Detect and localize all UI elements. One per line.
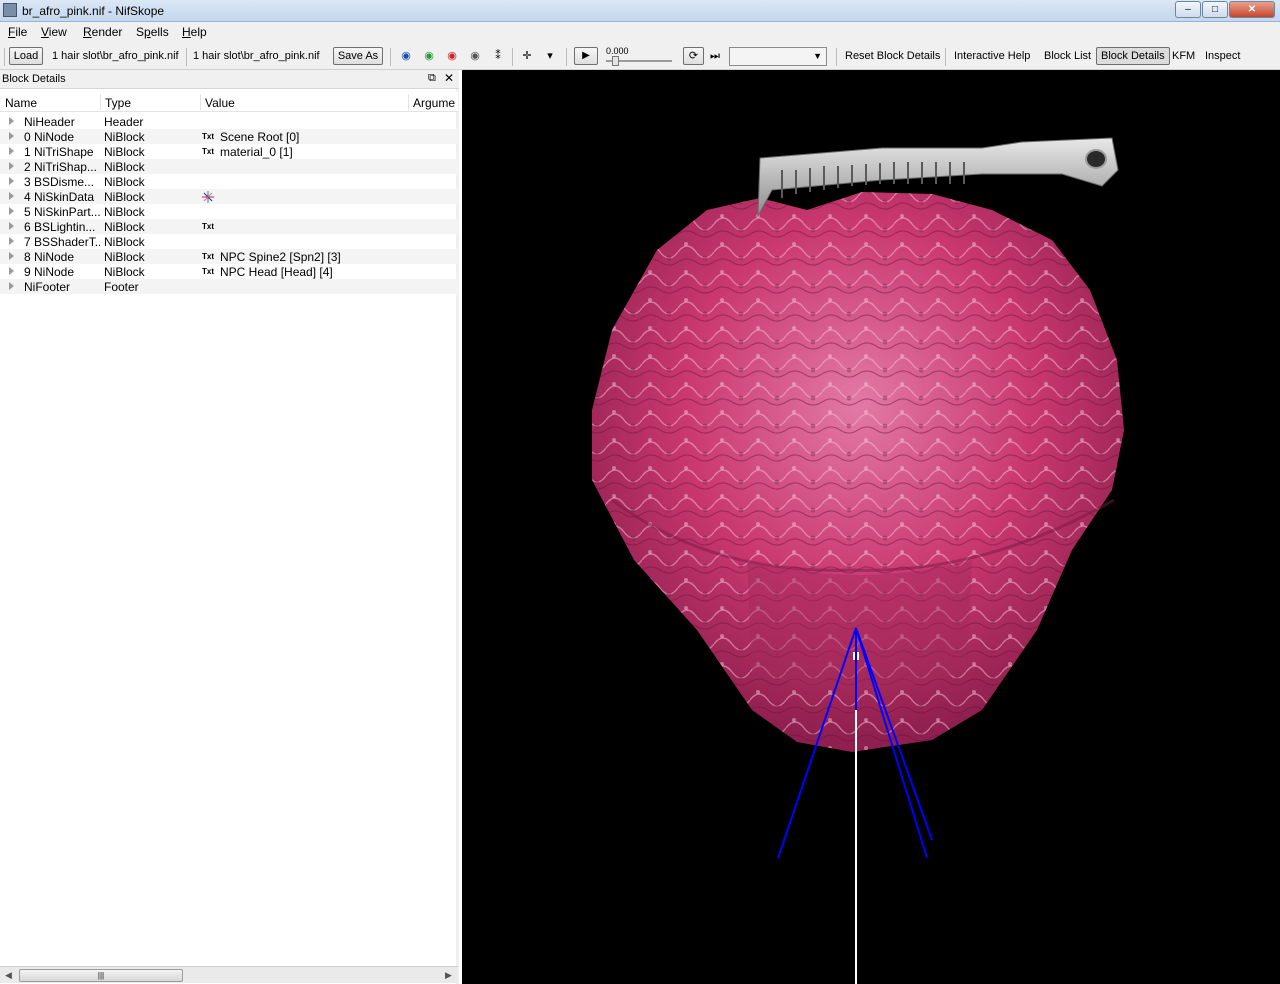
window-title: br_afro_pink.nif - NifSkope — [22, 4, 165, 18]
inspect-toggle[interactable]: Inspect — [1205, 50, 1240, 62]
txt-icon: Txt — [202, 267, 214, 276]
toolbar: Load 1 hair slot\br_afro_pink.nif 1 hair… — [0, 42, 1280, 70]
kfm-toggle[interactable]: KFM — [1172, 50, 1195, 62]
column-header: Name Type Value Argume — [0, 92, 458, 112]
tree-row-4[interactable]: 4 NiSkinData NiBlock — [0, 189, 458, 204]
render-viewport[interactable] — [462, 70, 1280, 984]
tree-row-2[interactable]: 2 NiTriShap... NiBlock — [0, 159, 458, 174]
menu-render[interactable]: Render — [83, 25, 122, 39]
minimize-button[interactable]: – — [1175, 1, 1201, 18]
panel-header: Block Details ⧉ ✕ — [0, 70, 459, 89]
play-button[interactable]: ▶ — [574, 47, 598, 65]
tree-row-8[interactable]: 8 NiNode NiBlock Txt NPC Spine2 [Spn2] [3] — [0, 249, 458, 264]
block-list-toggle[interactable]: Block List — [1044, 50, 1091, 62]
save-path-field[interactable]: 1 hair slot\br_afro_pink.nif — [193, 48, 325, 65]
interactive-help-button[interactable]: Interactive Help — [954, 50, 1030, 62]
loop-button[interactable]: ⟳ — [683, 47, 704, 65]
eye-red-icon[interactable]: ◉ — [444, 50, 460, 62]
col-name[interactable]: Name — [5, 96, 37, 110]
load-button[interactable]: Load — [9, 47, 43, 65]
save-as-button[interactable]: Save As — [333, 47, 383, 65]
afro-hair-mesh — [592, 192, 1124, 752]
tree-row-1[interactable]: 1 NiTriShape NiBlock Txt material_0 [1] — [0, 144, 458, 159]
tree-row-nifooter[interactable]: NiFooter Footer — [0, 279, 458, 294]
block-details-toggle[interactable]: Block Details — [1096, 47, 1170, 65]
eye-blue-icon[interactable]: ◉ — [398, 50, 414, 62]
title-bar: br_afro_pink.nif - NifSkope – □ ✕ — [0, 0, 1280, 22]
chevron-down-icon: ▼ — [813, 51, 822, 61]
menu-help[interactable]: Help — [182, 25, 207, 39]
expand-arrow-icon[interactable] — [9, 252, 14, 260]
load-path-field[interactable]: 1 hair slot\br_afro_pink.nif — [52, 48, 184, 65]
float-icon[interactable]: ⧉ — [428, 72, 436, 85]
expand-arrow-icon[interactable] — [9, 282, 14, 290]
footprints-icon[interactable]: ⁑ — [490, 50, 506, 62]
expand-arrow-icon[interactable] — [9, 177, 14, 185]
expand-arrow-icon[interactable] — [9, 222, 14, 230]
block-details-panel: Block Details ⧉ ✕ Name Type Value Argume… — [0, 70, 459, 984]
close-button[interactable]: ✕ — [1229, 1, 1275, 18]
expand-arrow-icon[interactable] — [9, 237, 14, 245]
txt-icon: Txt — [202, 222, 214, 231]
tree-row-0[interactable]: 0 NiNode NiBlock Txt Scene Root [0] — [0, 129, 458, 144]
expand-arrow-icon[interactable] — [9, 117, 14, 125]
maximize-button[interactable]: □ — [1202, 1, 1228, 18]
skin-data-axes-icon — [202, 191, 214, 203]
block-tree: NiHeader Header 0 NiNode NiBlock Txt Scene R… — [0, 114, 458, 294]
col-value[interactable]: Value — [205, 96, 235, 110]
expand-arrow-icon[interactable] — [9, 267, 14, 275]
tree-row-5[interactable]: 5 NiSkinPart... NiBlock — [0, 204, 458, 219]
scroll-left-icon[interactable]: ◀ — [5, 970, 12, 981]
txt-icon: Txt — [202, 252, 214, 261]
close-icon[interactable]: ✕ — [444, 71, 454, 85]
tree-row-3[interactable]: 3 BSDisme... NiBlock — [0, 174, 458, 189]
panel-title: Block Details — [2, 73, 66, 85]
animation-select[interactable]: ▼ — [729, 47, 827, 66]
col-type[interactable]: Type — [105, 96, 131, 110]
expand-arrow-icon[interactable] — [9, 207, 14, 215]
expand-arrow-icon[interactable] — [9, 192, 14, 200]
menu-spells[interactable]: Spells — [136, 25, 169, 39]
txt-icon: Txt — [202, 147, 214, 156]
eye-green-icon[interactable]: ◉ — [421, 50, 437, 62]
txt-icon: Txt — [202, 132, 214, 141]
menu-file[interactable]: File — [8, 25, 27, 39]
scene-render — [592, 137, 1124, 984]
tree-row-7[interactable]: 7 BSShaderT... NiBlock — [0, 234, 458, 249]
expand-arrow-icon[interactable] — [9, 147, 14, 155]
expand-arrow-icon[interactable] — [9, 162, 14, 170]
tree-row-niheader[interactable]: NiHeader Header — [0, 114, 458, 129]
view-dropdown-icon[interactable]: ▾ — [542, 50, 558, 62]
switch-icon[interactable]: ⏭ — [707, 50, 723, 62]
expand-arrow-icon[interactable] — [9, 132, 14, 140]
reset-block-details-button[interactable]: Reset Block Details — [845, 50, 940, 62]
menu-view[interactable]: View — [41, 25, 67, 39]
time-slider-thumb[interactable] — [612, 56, 619, 66]
axes-icon[interactable]: ✛ — [519, 50, 535, 62]
horizontal-scrollbar[interactable]: ◀ ||| ▶ — [0, 966, 458, 983]
scrollbar-thumb[interactable]: ||| — [19, 969, 183, 982]
time-value: 0.000 — [606, 46, 629, 56]
tree-row-9[interactable]: 9 NiNode NiBlock Txt NPC Head [Head] [4] — [0, 264, 458, 279]
app-icon — [3, 3, 17, 17]
eye-gray-icon[interactable]: ◉ — [467, 50, 483, 62]
tree-row-6[interactable]: 6 BSLightin... NiBlock Txt — [0, 219, 458, 234]
col-argument[interactable]: Argume — [413, 96, 455, 110]
scroll-right-icon[interactable]: ▶ — [445, 970, 452, 981]
menu-bar: File View Render Spells Help — [0, 22, 1280, 42]
